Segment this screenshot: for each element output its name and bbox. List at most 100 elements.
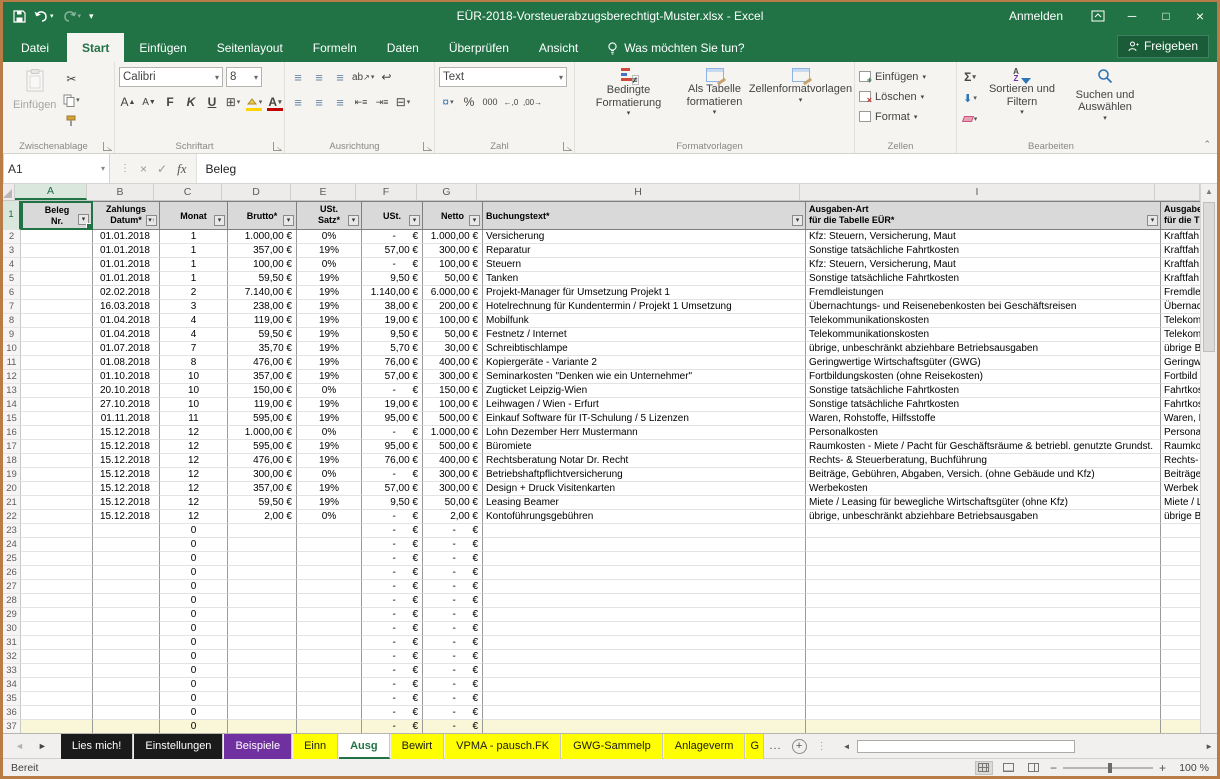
cell-zahlungsdatum[interactable] (93, 524, 160, 538)
delete-cells-button[interactable]: Löschen▾ (859, 87, 952, 106)
cell-monat[interactable]: 4 (160, 314, 228, 328)
column-header[interactable]: F (356, 184, 417, 200)
cell-netto[interactable]: 400,00 € (423, 454, 483, 468)
cell-buchungstext[interactable] (483, 594, 806, 608)
cell-buchungstext[interactable]: Leihwagen / Wien - Erfurt (483, 398, 806, 412)
column-header[interactable] (1155, 184, 1200, 200)
vertical-scrollbar[interactable]: ▲ (1200, 184, 1217, 733)
cell-ust-satz[interactable]: 19% (297, 412, 362, 426)
cell-netto[interactable]: - € (423, 636, 483, 650)
cell-zahlungsdatum[interactable]: 01.01.2018 (93, 244, 160, 258)
cell-beleg-nr[interactable] (21, 594, 93, 608)
cell-monat[interactable]: 0 (160, 608, 228, 622)
decrease-indent-icon[interactable]: ⇤≡ (352, 92, 370, 112)
cell-ausgaben-art[interactable]: Beiträge, Gebühren, Abgaben, Versich. (o… (806, 468, 1161, 482)
cell-zahlungsdatum[interactable]: 01.10.2018 (93, 370, 160, 384)
sheet-nav-next-icon[interactable]: ► (38, 741, 47, 751)
cell-netto[interactable]: 100,00 € (423, 258, 483, 272)
cell-ausgaben-art[interactable]: Fremdleistungen (806, 286, 1161, 300)
cell-buchungstext[interactable]: Reparatur (483, 244, 806, 258)
cell-ausgaben-art[interactable]: Kfz: Steuern, Versicherung, Maut (806, 230, 1161, 244)
cell-monat[interactable]: 3 (160, 300, 228, 314)
cell-monat[interactable]: 0 (160, 580, 228, 594)
cell-netto[interactable]: 100,00 € (423, 398, 483, 412)
cell-netto[interactable]: - € (423, 552, 483, 566)
sheet-tab[interactable]: Lies mich! (60, 733, 134, 759)
cell-ust[interactable]: 5,70 € (362, 342, 423, 356)
cell-ust-satz[interactable] (297, 664, 362, 678)
filter-dropdown-icon[interactable]: ▾ (469, 215, 480, 226)
cell-beleg-nr[interactable] (21, 496, 93, 510)
format-painter-icon[interactable] (62, 111, 80, 131)
cell-buchungstext[interactable]: Hotelrechnung für Kundentermin / Projekt… (483, 300, 806, 314)
cell-brutto[interactable] (228, 636, 297, 650)
cell-ausgaben-art[interactable] (806, 608, 1161, 622)
row-number[interactable]: 27 (3, 580, 21, 594)
row-number[interactable]: 10 (3, 342, 21, 356)
row-number[interactable]: 36 (3, 706, 21, 720)
column-header[interactable]: E (291, 184, 356, 200)
cell-ausgaben-art[interactable] (806, 566, 1161, 580)
cell-ausgaben-art[interactable] (806, 594, 1161, 608)
cell-brutto[interactable]: 238,00 € (228, 300, 297, 314)
copy-icon[interactable]: ▾ (62, 90, 80, 110)
cell-buchungstext[interactable] (483, 552, 806, 566)
cell-brutto[interactable]: 59,50 € (228, 496, 297, 510)
font-color-icon[interactable]: A ▾ (266, 92, 284, 112)
cell-ust-satz[interactable]: 19% (297, 286, 362, 300)
cell-buchungstext[interactable]: Lohn Dezember Herr Mustermann (483, 426, 806, 440)
cell-ust[interactable]: - € (362, 552, 423, 566)
ribbon-tab[interactable]: Start (67, 33, 125, 62)
cell-beleg-nr[interactable] (21, 300, 93, 314)
header-cell-beleg-nr[interactable]: Beleg Nr. ▾ (21, 201, 93, 230)
row-number[interactable]: 30 (3, 622, 21, 636)
cell-buchungstext[interactable] (483, 650, 806, 664)
number-dialog-launcher-icon[interactable] (563, 142, 572, 153)
cell-ausgaben-art[interactable]: Raumkosten - Miete / Pacht für Geschäfts… (806, 440, 1161, 454)
cell-ausgaben-art[interactable]: Telekommunikationskosten (806, 314, 1161, 328)
row-number[interactable]: 21 (3, 496, 21, 510)
cell-ust-satz[interactable]: 19% (297, 328, 362, 342)
cell-ausgabe-cut[interactable] (1161, 524, 1200, 538)
cell-buchungstext[interactable]: Büromiete (483, 440, 806, 454)
cell-beleg-nr[interactable] (21, 370, 93, 384)
header-cell-brutto[interactable]: Brutto* ▾ (228, 201, 297, 230)
accounting-format-icon[interactable]: ¤ ▾ (439, 92, 457, 112)
cell-ust-satz[interactable]: 0% (297, 426, 362, 440)
cell-brutto[interactable]: 7.140,00 € (228, 286, 297, 300)
header-cell-ausgabe-cut[interactable]: Ausgabe für die T (1161, 201, 1200, 230)
cell-ausgabe-cut[interactable]: Fremdle (1161, 286, 1200, 300)
row-number[interactable]: 2 (3, 230, 21, 244)
cell-monat[interactable]: 12 (160, 482, 228, 496)
cell-beleg-nr[interactable] (21, 342, 93, 356)
cell-zahlungsdatum[interactable] (93, 552, 160, 566)
cell-ust-satz[interactable]: 19% (297, 496, 362, 510)
cell-buchungstext[interactable] (483, 566, 806, 580)
row-number[interactable]: 24 (3, 538, 21, 552)
close-button[interactable]: × (1183, 2, 1217, 30)
cell-buchungstext[interactable]: Rechtsberatung Notar Dr. Recht (483, 454, 806, 468)
cell-ust-satz[interactable] (297, 678, 362, 692)
cell-ausgaben-art[interactable]: Sonstige tatsächliche Fahrtkosten (806, 384, 1161, 398)
row-number[interactable]: 37 (3, 720, 21, 733)
cell-netto[interactable]: 100,00 € (423, 314, 483, 328)
cell-brutto[interactable]: 2,00 € (228, 510, 297, 524)
cell-ausgabe-cut[interactable]: Übernac (1161, 300, 1200, 314)
column-header[interactable]: D (222, 184, 291, 200)
cell-buchungstext[interactable]: Tanken (483, 272, 806, 286)
row-number[interactable]: 23 (3, 524, 21, 538)
cell-zahlungsdatum[interactable]: 01.04.2018 (93, 328, 160, 342)
cell-ausgabe-cut[interactable]: Geringw (1161, 356, 1200, 370)
cell-ausgaben-art[interactable] (806, 664, 1161, 678)
cell-ausgaben-art[interactable]: Sonstige tatsächliche Fahrtkosten (806, 398, 1161, 412)
cut-icon[interactable]: ✂ (62, 69, 80, 89)
minimize-button[interactable]: ─ (1115, 2, 1149, 30)
cell-monat[interactable]: 7 (160, 342, 228, 356)
cell-beleg-nr[interactable] (21, 384, 93, 398)
cell-zahlungsdatum[interactable] (93, 664, 160, 678)
cell-ust-satz[interactable] (297, 566, 362, 580)
cell-beleg-nr[interactable] (21, 524, 93, 538)
cell-ausgaben-art[interactable]: Übernachtungs- und Reisenebenkosten bei … (806, 300, 1161, 314)
shrink-font-icon[interactable]: A ▼ (140, 92, 158, 112)
cell-beleg-nr[interactable] (21, 622, 93, 636)
